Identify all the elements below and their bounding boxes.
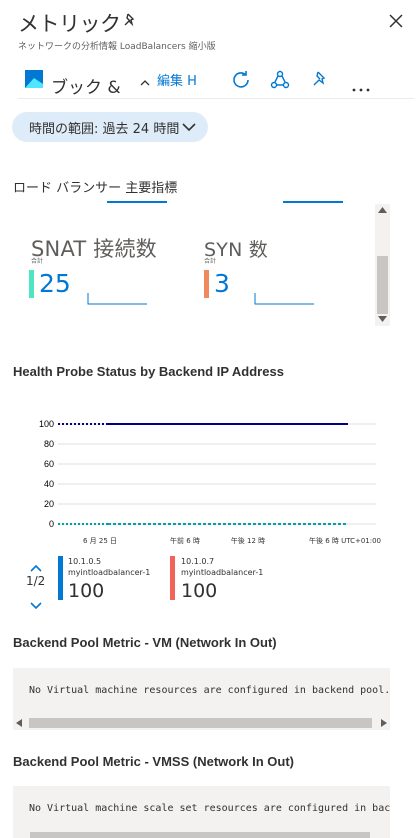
vm-message: No Virtual machine resources are configu…: [29, 685, 390, 696]
share-icon[interactable]: [270, 70, 290, 94]
legend-ip-1: 10.1.0.5: [68, 557, 102, 566]
scrollbar-thumb[interactable]: [377, 256, 388, 314]
tiles-scrollbar[interactable]: [375, 204, 390, 326]
health-chart-title: Health Probe Status by Backend IP Addres…: [13, 364, 284, 379]
tab-underline: [283, 201, 343, 203]
close-icon[interactable]: [387, 12, 405, 30]
snat-tile-sub: 合計: [31, 258, 44, 265]
x-tick-label: 6 月 25 日: [83, 537, 117, 545]
snat-tile-value[interactable]: 25: [39, 269, 71, 298]
vm-hscrollbar[interactable]: [13, 716, 390, 730]
pager-label: 1/2: [26, 574, 46, 588]
y-tick-label: 80: [44, 439, 54, 449]
x-tick-label: 午後 12 時: [231, 536, 265, 545]
legend-value-2[interactable]: 100: [181, 580, 217, 602]
time-range-label: 時間の範囲: 過去 24 時間: [29, 121, 180, 137]
y-tick-label: 40: [44, 479, 54, 489]
y-tick-label: 60: [44, 459, 54, 469]
edit-button[interactable]: 編集 H: [157, 70, 197, 89]
scroll-down-icon: [378, 316, 387, 322]
page-title: メトリック: [18, 12, 121, 36]
syn-tile-value[interactable]: 3: [214, 269, 230, 298]
scroll-up-icon: [378, 207, 387, 213]
chevron-down-icon: [182, 121, 196, 136]
legend-name-1: myintloadbalancer-1: [68, 568, 151, 577]
page-subtitle: ネットワークの分析情報 LoadBalancers 縮小版: [18, 42, 216, 52]
scroll-right-icon: [381, 719, 387, 727]
vmss-message: No Virtual machine scale set resources a…: [29, 803, 390, 814]
vmss-hscroll-thumb[interactable]: [30, 832, 370, 838]
refresh-icon[interactable]: [231, 70, 251, 94]
x-tick-label: 午後 6 時 UTC+01:00: [309, 536, 381, 545]
vmss-message-box: No Virtual machine scale set resources a…: [13, 786, 390, 838]
health-chart[interactable]: 100 80 60 40 20 0 6 月 25 日 午前 6 時 午後 12 時 午後 6 時 …: [0, 410, 400, 550]
syn-tile-sub: 合計: [204, 258, 217, 265]
syn-tile-bar: [204, 270, 209, 298]
pin-icon[interactable]: [122, 12, 138, 28]
chevron-up-icon: [140, 72, 150, 91]
time-range-button[interactable]: 時間の範囲: 過去 24 時間: [12, 112, 208, 142]
legend-color-bar-1: [58, 556, 63, 600]
workbook-button[interactable]: ブック &: [51, 73, 121, 98]
snat-tile-bar: [29, 270, 34, 298]
workbook-icon: [25, 70, 43, 88]
more-icon[interactable]: [352, 77, 370, 96]
lb-section-title: ロード バランサー 主要指標: [13, 181, 178, 196]
y-tick-label: 20: [44, 499, 54, 509]
x-tick-label: 午前 6 時: [170, 536, 200, 545]
toolbar-divider: [18, 98, 414, 99]
y-tick-label: 0: [49, 519, 54, 529]
syn-sparkline: [254, 290, 314, 305]
pin-to-dashboard-icon[interactable]: [311, 70, 329, 92]
vmss-section-title: Backend Pool Metric - VMSS (Network In O…: [13, 754, 294, 769]
legend-name-2: myintloadbalancer-1: [181, 568, 264, 577]
legend-value-1[interactable]: 100: [68, 580, 104, 602]
snat-tile-name: SNAT 接続数: [31, 237, 157, 261]
y-tick-label: 100: [39, 419, 54, 429]
tab-underline: [107, 201, 167, 203]
snat-sparkline: [87, 290, 147, 305]
scroll-left-icon: [16, 719, 22, 727]
vm-section-title: Backend Pool Metric - VM (Network In Out…: [13, 635, 277, 650]
vm-hscroll-thumb[interactable]: [29, 718, 372, 728]
pager-down-icon[interactable]: [30, 595, 42, 614]
legend-color-bar-2: [170, 556, 175, 600]
legend-ip-2: 10.1.0.7: [181, 557, 215, 566]
